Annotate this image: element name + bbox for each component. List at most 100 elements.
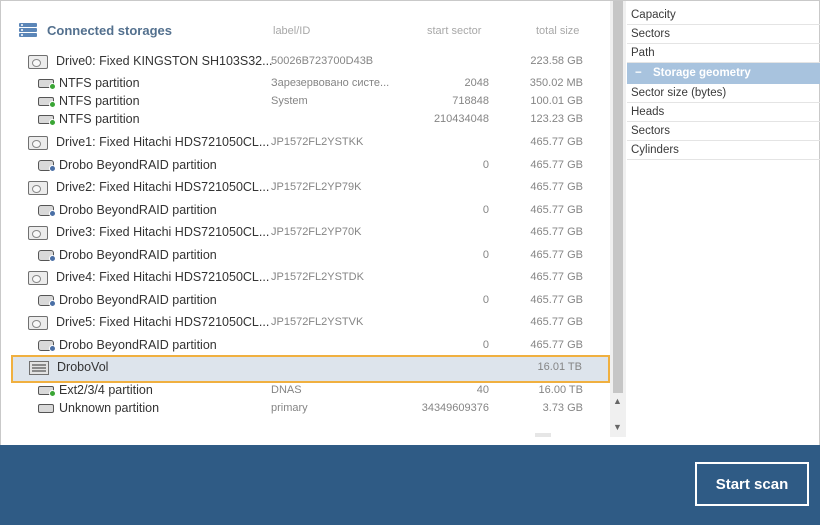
row-total-size: 465.77 GB bbox=[530, 181, 583, 193]
row-label: JP1572FL2YP70K bbox=[271, 226, 362, 238]
row-name: NTFS partition bbox=[59, 94, 140, 108]
row-name: Drive5: Fixed Hitachi HDS721050CL... bbox=[56, 315, 270, 329]
row-total-size: 465.77 GB bbox=[530, 249, 583, 261]
row-total-size: 223.58 GB bbox=[530, 55, 583, 67]
main-frame: Connected storages label/ID start sector… bbox=[0, 0, 820, 445]
row-name: Ext2/3/4 partition bbox=[59, 383, 153, 397]
row-start-sector: 0 bbox=[482, 339, 489, 351]
row-name: Drive1: Fixed Hitachi HDS721050CL... bbox=[56, 135, 270, 149]
property-item[interactable]: Path bbox=[627, 44, 820, 63]
properties-panel: Capacity Sectors Path − Storage geometry Sect… bbox=[627, 6, 820, 160]
scroll-up-arrow[interactable]: ▲ bbox=[613, 396, 622, 406]
column-total-size[interactable]: total size bbox=[536, 25, 579, 37]
partition-icon bbox=[38, 95, 56, 108]
property-item[interactable]: Sector size (bytes) bbox=[627, 84, 820, 103]
row-name: NTFS partition bbox=[59, 76, 140, 90]
row-label: primary bbox=[271, 402, 308, 414]
row-name: Drobo BeyondRAID partition bbox=[59, 338, 217, 352]
property-item[interactable]: Sectors bbox=[627, 25, 820, 44]
partition-row[interactable]: NTFS partition 210434048 123.23 GB bbox=[12, 109, 609, 131]
row-total-size: 16.01 TB bbox=[537, 361, 582, 373]
hard-drive-icon bbox=[28, 136, 48, 150]
row-start-sector: 2048 bbox=[464, 77, 489, 89]
hard-drive-icon bbox=[28, 271, 48, 285]
hard-drive-icon bbox=[28, 55, 48, 69]
row-label: System bbox=[271, 95, 308, 107]
row-label: JP1572FL2YSTKK bbox=[271, 136, 364, 148]
property-group-label: Storage geometry bbox=[653, 67, 751, 79]
row-total-size: 3.73 GB bbox=[542, 402, 583, 414]
property-group-storage-geometry[interactable]: − Storage geometry bbox=[627, 63, 820, 84]
row-label: DNAS bbox=[271, 384, 302, 396]
row-name: Drive3: Fixed Hitachi HDS721050CL... bbox=[56, 225, 270, 239]
row-total-size: 465.77 GB bbox=[530, 204, 583, 216]
partition-icon bbox=[38, 113, 56, 126]
collapse-icon[interactable]: − bbox=[635, 63, 653, 83]
raid-partition-icon bbox=[38, 249, 56, 262]
hard-drive-icon bbox=[28, 316, 48, 330]
row-total-size: 465.77 GB bbox=[530, 159, 583, 171]
storage-row[interactable]: Drive5: Fixed Hitachi HDS721050CL... JP15… bbox=[12, 312, 609, 334]
row-total-size: 465.77 GB bbox=[530, 271, 583, 283]
row-label: JP1572FL2YSTDK bbox=[271, 271, 364, 283]
row-total-size: 465.77 GB bbox=[530, 316, 583, 328]
vertical-scrollbar[interactable]: ▲ ▼ bbox=[610, 1, 626, 437]
partition-row[interactable]: Drobo BeyondRAID partition 0 465.77 GB bbox=[12, 335, 609, 357]
row-label: JP1572FL2YSTVK bbox=[271, 316, 364, 328]
storage-row[interactable]: Drive1: Fixed Hitachi HDS721050CL... JP15… bbox=[12, 132, 609, 154]
row-label: Зарезервовано систе... bbox=[271, 77, 390, 89]
row-total-size: 16.00 TB bbox=[538, 384, 583, 396]
row-label: 50026B723700D43B bbox=[271, 55, 374, 67]
row-start-sector: 0 bbox=[482, 204, 489, 216]
property-item[interactable]: Capacity bbox=[627, 6, 820, 25]
partition-row[interactable]: Drobo BeyondRAID partition 0 465.77 GB bbox=[12, 155, 609, 177]
column-label-id[interactable]: label/ID bbox=[273, 25, 310, 37]
partition-row[interactable]: Unknown partition primary 34349609376 3.73 … bbox=[12, 398, 609, 420]
row-start-sector: 0 bbox=[482, 159, 489, 171]
row-start-sector: 210434048 bbox=[433, 113, 489, 125]
raid-volume-icon bbox=[29, 361, 49, 375]
row-name: Drobo BeyondRAID partition bbox=[59, 158, 217, 172]
row-start-sector: 718848 bbox=[452, 95, 489, 107]
property-item[interactable]: Heads bbox=[627, 103, 820, 122]
raid-partition-icon bbox=[38, 339, 56, 352]
row-name: Drive0: Fixed KINGSTON SH103S32... bbox=[56, 54, 273, 68]
property-item[interactable]: Sectors bbox=[627, 122, 820, 141]
storages-header: Connected storages label/ID start sector… bbox=[2, 1, 610, 41]
partition-row[interactable]: Drobo BeyondRAID partition 0 465.77 GB bbox=[12, 290, 609, 312]
property-item[interactable]: Cylinders bbox=[627, 141, 820, 160]
partition-icon bbox=[38, 77, 56, 90]
row-total-size: 123.23 GB bbox=[530, 113, 583, 125]
raid-partition-icon bbox=[38, 159, 56, 172]
row-start-sector: 40 bbox=[476, 384, 489, 396]
storage-row[interactable]: Drive0: Fixed KINGSTON SH103S32... 50026B… bbox=[12, 51, 609, 73]
row-total-size: 465.77 GB bbox=[530, 294, 583, 306]
storage-row[interactable]: DroboVol 16.01 TB bbox=[11, 355, 610, 383]
storage-row[interactable]: Drive3: Fixed Hitachi HDS721050CL... JP15… bbox=[12, 222, 609, 244]
row-name: Drobo BeyondRAID partition bbox=[59, 293, 217, 307]
row-label: JP1572FL2YP79K bbox=[271, 181, 362, 193]
horizontal-scroll-thumb[interactable] bbox=[535, 433, 551, 437]
partition-icon bbox=[38, 384, 56, 397]
storages-title: Connected storages bbox=[47, 23, 172, 38]
row-name: DroboVol bbox=[57, 360, 109, 374]
raid-partition-icon bbox=[38, 294, 56, 307]
start-scan-button[interactable]: Start scan bbox=[695, 462, 809, 506]
column-start-sector[interactable]: start sector bbox=[427, 25, 481, 37]
partition-icon bbox=[38, 402, 54, 414]
storage-list-icon bbox=[19, 23, 37, 37]
row-start-sector: 34349609376 bbox=[421, 402, 489, 414]
hard-drive-icon bbox=[28, 181, 48, 195]
scroll-down-arrow[interactable]: ▼ bbox=[613, 422, 622, 432]
row-total-size: 465.77 GB bbox=[530, 226, 583, 238]
scrollbar-thumb[interactable] bbox=[613, 1, 623, 393]
row-name: Drive4: Fixed Hitachi HDS721050CL... bbox=[56, 270, 270, 284]
storage-row[interactable]: Drive4: Fixed Hitachi HDS721050CL... JP15… bbox=[12, 267, 609, 289]
hard-drive-icon bbox=[28, 226, 48, 240]
row-name: NTFS partition bbox=[59, 112, 140, 126]
storage-row[interactable]: Drive2: Fixed Hitachi HDS721050CL... JP15… bbox=[12, 177, 609, 199]
partition-row[interactable]: Drobo BeyondRAID partition 0 465.77 GB bbox=[12, 200, 609, 222]
row-start-sector: 0 bbox=[482, 249, 489, 261]
row-total-size: 100.01 GB bbox=[530, 95, 583, 107]
partition-row[interactable]: Drobo BeyondRAID partition 0 465.77 GB bbox=[12, 245, 609, 267]
